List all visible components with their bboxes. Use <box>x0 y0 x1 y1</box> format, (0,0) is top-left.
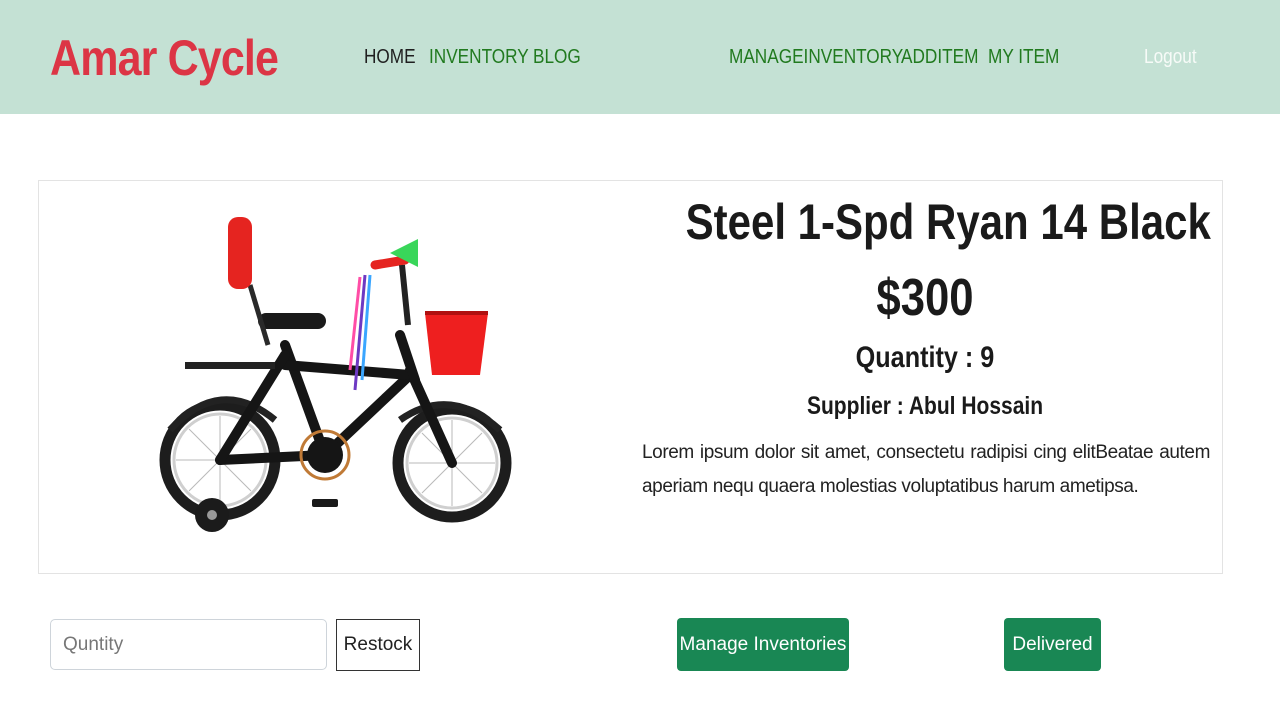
product-title: Steel 1-Spd Ryan 14 Black <box>685 194 1211 250</box>
nav-my-item[interactable]: MY ITEM <box>988 43 1059 71</box>
quantity-input[interactable] <box>50 619 327 670</box>
bicycle-image <box>159 217 512 532</box>
product-quantity: Quantity : 9 <box>855 341 995 374</box>
product-supplier: Supplier : Abul Hossain <box>806 392 1044 420</box>
brand-logo[interactable]: Amar Cycle <box>50 28 279 88</box>
nav-logout[interactable]: Logout <box>1144 43 1197 71</box>
manage-inventories-button[interactable]: Manage Inventories <box>677 618 849 671</box>
nav-manage-inventory[interactable]: MANAGEINVENTORY <box>729 43 903 71</box>
nav-add-item[interactable]: ADDITEM <box>901 43 978 71</box>
nav-home[interactable]: HOME <box>364 43 416 71</box>
nav-blog[interactable]: BLOG <box>533 43 581 71</box>
delivered-button[interactable]: Delivered <box>1004 618 1101 671</box>
product-description: Lorem ipsum dolor sit amet, consectetu r… <box>642 442 1210 497</box>
product-price: $300 <box>876 269 974 327</box>
navbar: Amar Cycle HOME INVENTORY BLOG MANAGEINV… <box>0 0 1280 114</box>
nav-inventory[interactable]: INVENTORY <box>429 43 529 71</box>
restock-button[interactable]: Restock <box>336 619 420 671</box>
